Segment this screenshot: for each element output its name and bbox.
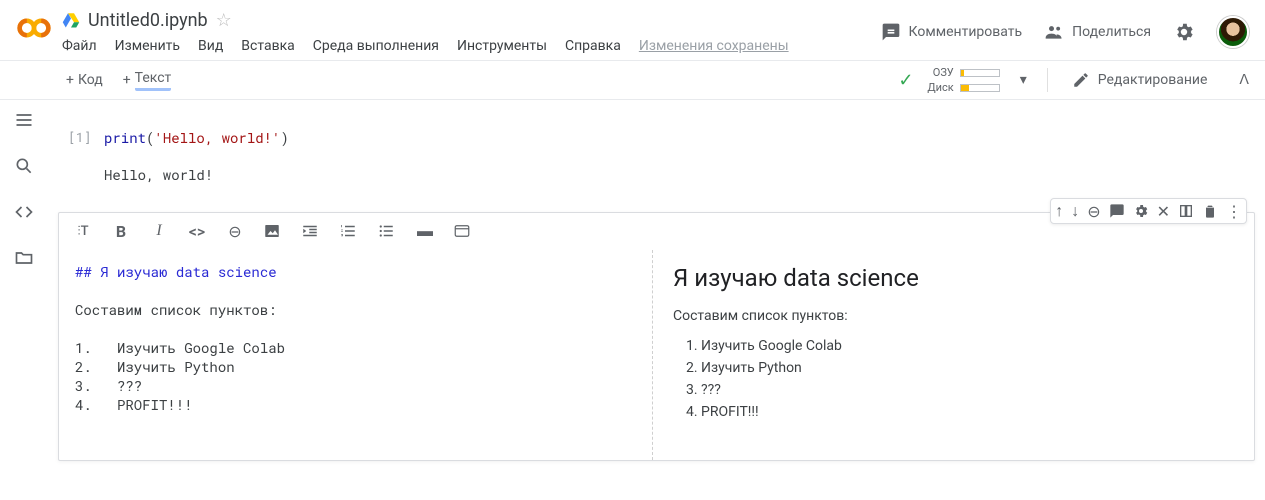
italic-icon[interactable]: I xyxy=(149,222,169,240)
colab-logo xyxy=(16,10,52,46)
comment-icon xyxy=(881,22,901,42)
mirror-cell-icon[interactable] xyxy=(1178,201,1194,221)
cell-prompt: [1] xyxy=(68,128,104,147)
token-function: print xyxy=(104,128,146,147)
token-string: 'Hello, world!' xyxy=(154,128,280,147)
menu-edit[interactable]: Изменить xyxy=(115,38,180,54)
ram-label: ОЗУ xyxy=(933,66,954,79)
comment-label: Комментировать xyxy=(909,24,1023,40)
md-list-item: 4. PROFIT!!! xyxy=(75,395,193,414)
share-icon xyxy=(1044,22,1064,42)
text-cell: ↑ ↓ ⊖ ✕ ⋮ ⫶T B I <> ⊖ xyxy=(58,212,1255,461)
move-up-icon[interactable]: ↑ xyxy=(1055,201,1063,221)
add-comment-icon[interactable] xyxy=(1109,201,1125,221)
app-header: Untitled0.ipynb ☆ Файл Изменить Вид Вста… xyxy=(0,0,1265,60)
cell-output: Hello, world! xyxy=(58,151,1255,202)
workspace: [1] print('Hello, world!') Hello, world!… xyxy=(0,100,1265,500)
insert-image-icon[interactable] xyxy=(263,222,283,240)
move-down-icon[interactable]: ↓ xyxy=(1071,201,1079,221)
numbered-list-icon[interactable] xyxy=(339,222,359,240)
bold-icon[interactable]: B xyxy=(111,222,131,241)
share-button[interactable]: Поделиться xyxy=(1044,22,1151,42)
runtime-dropdown[interactable]: ▾ xyxy=(1010,72,1037,88)
menu-insert[interactable]: Вставка xyxy=(241,38,294,54)
md-list-item: 2. Изучить Python xyxy=(75,357,235,376)
add-text-label: Текст xyxy=(135,70,172,91)
collapse-header-button[interactable]: ᐱ xyxy=(1231,72,1257,88)
list-item: Изучить Python xyxy=(701,360,1234,376)
link-cell-icon[interactable]: ⊖ xyxy=(1087,201,1100,221)
files-icon[interactable] xyxy=(14,248,34,268)
menu-help[interactable]: Справка xyxy=(565,38,621,54)
md-list-item: 1. Изучить Google Colab xyxy=(75,338,285,357)
code-content: print('Hello, world!') xyxy=(104,128,289,147)
avatar[interactable] xyxy=(1217,16,1249,48)
edit-cell-icon[interactable]: ✕ xyxy=(1157,201,1170,221)
cell-settings-icon[interactable] xyxy=(1133,201,1149,221)
menu-bar: Файл Изменить Вид Вставка Среда выполнен… xyxy=(62,34,881,54)
menu-tools[interactable]: Инструменты xyxy=(457,38,547,54)
toc-icon[interactable] xyxy=(14,110,34,130)
ram-bar xyxy=(960,69,1000,77)
indent-icon[interactable] xyxy=(301,222,321,240)
menu-view[interactable]: Вид xyxy=(198,38,223,54)
settings-button[interactable] xyxy=(1173,21,1195,43)
doc-title[interactable]: Untitled0.ipynb xyxy=(88,10,208,31)
list-item: Изучить Google Colab xyxy=(701,338,1234,354)
editing-label: Редактирование xyxy=(1098,72,1208,88)
preview-paragraph: Составим список пунктов: xyxy=(673,308,1234,324)
delete-cell-icon[interactable] xyxy=(1202,201,1218,221)
resource-meter[interactable]: ОЗУ Диск xyxy=(927,66,999,94)
md-heading-line: ## Я изучаю data science xyxy=(75,262,277,281)
markdown-source[interactable]: ## Я изучаю data science Составим список… xyxy=(59,250,653,460)
menu-runtime[interactable]: Среда выполнения xyxy=(313,38,439,54)
insert-link-icon[interactable]: ⊖ xyxy=(225,222,245,241)
pencil-icon xyxy=(1072,71,1090,89)
preview-list: Изучить Google Colab Изучить Python ??? … xyxy=(673,338,1234,420)
more-cell-icon[interactable]: ⋮ xyxy=(1226,201,1242,221)
title-area: Untitled0.ipynb ☆ Файл Изменить Вид Вста… xyxy=(62,6,881,54)
drive-icon xyxy=(62,11,80,29)
markdown-body: ## Я изучаю data science Составим список… xyxy=(59,250,1254,460)
add-code-label: Код xyxy=(78,72,103,88)
add-text-button[interactable]: + Текст xyxy=(113,64,182,97)
autosave-status[interactable]: Изменения сохранены xyxy=(639,38,789,54)
gear-icon xyxy=(1173,21,1195,43)
preview-heading: Я изучаю data science xyxy=(673,264,1234,292)
horizontal-rule-icon[interactable]: ▬ xyxy=(415,221,435,241)
search-icon[interactable] xyxy=(14,156,34,176)
plus-icon: + xyxy=(123,72,131,88)
notebook-area: [1] print('Hello, world!') Hello, world!… xyxy=(48,100,1265,500)
notebook-toolbar: + Код + Текст ✓ ОЗУ Диск ▾ Редактировани… xyxy=(0,60,1265,100)
editing-mode-button[interactable]: Редактирование xyxy=(1058,71,1222,89)
add-code-button[interactable]: + Код xyxy=(56,66,113,94)
star-icon[interactable]: ☆ xyxy=(216,10,232,31)
code-format-icon[interactable]: <> xyxy=(187,222,207,241)
connected-check-icon: ✓ xyxy=(898,70,913,91)
list-item: PROFIT!!! xyxy=(701,404,1234,420)
comment-button[interactable]: Комментировать xyxy=(881,22,1023,42)
markdown-preview: Я изучаю data science Составим список пу… xyxy=(653,250,1254,460)
header-actions: Комментировать Поделиться xyxy=(881,16,1249,48)
left-rail xyxy=(0,100,48,500)
share-label: Поделиться xyxy=(1072,24,1151,40)
cell-action-bar: ↑ ↓ ⊖ ✕ ⋮ xyxy=(1050,198,1247,224)
plus-icon: + xyxy=(66,72,74,88)
list-item: ??? xyxy=(701,382,1234,398)
md-list-item: 3. ??? xyxy=(75,376,142,395)
divider xyxy=(1047,68,1048,92)
code-cell[interactable]: [1] print('Hello, world!') xyxy=(58,124,1255,151)
disk-label: Диск xyxy=(927,81,953,94)
preview-toggle-icon[interactable] xyxy=(453,222,473,240)
snippets-icon[interactable] xyxy=(14,202,34,222)
disk-bar xyxy=(960,84,1000,92)
md-para-line: Составим список пунктов: xyxy=(75,300,277,319)
menu-file[interactable]: Файл xyxy=(62,38,97,54)
bulleted-list-icon[interactable] xyxy=(377,222,397,240)
heading-toggle-icon[interactable]: ⫶T xyxy=(73,224,93,239)
